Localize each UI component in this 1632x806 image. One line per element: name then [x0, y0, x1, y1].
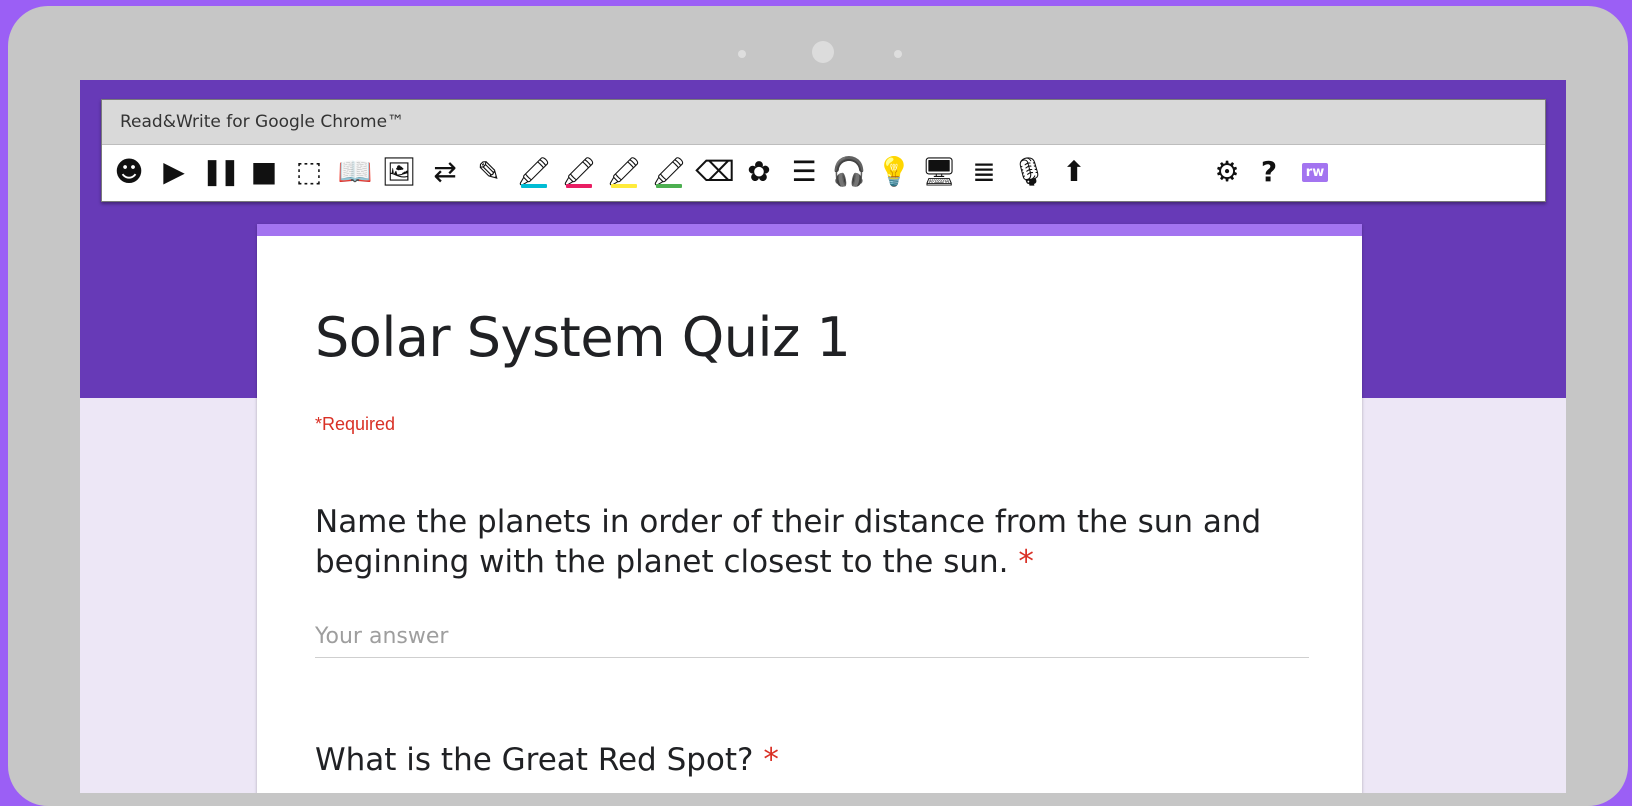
question-1-answer-input[interactable]: [315, 620, 1309, 658]
form-title: Solar System Quiz 1: [315, 306, 851, 369]
play-icon[interactable]: ▶: [157, 155, 191, 189]
sensor-dot-right: [894, 50, 902, 58]
audio-maker-icon[interactable]: 🎙: [1011, 155, 1047, 189]
form-card: Solar System Quiz 1 *Required Name the p…: [257, 224, 1362, 793]
highlight-yellow-icon[interactable]: 🖍: [606, 155, 642, 189]
question-2-text: What is the Great Red Spot?: [315, 742, 754, 778]
help-icon[interactable]: ?: [1252, 155, 1286, 189]
collect-highlights-icon[interactable]: ✿: [742, 155, 776, 189]
settings-icon[interactable]: ⚙: [1210, 155, 1244, 189]
question-1: Name the planets in order of their dista…: [315, 502, 1275, 583]
rw-extension-icon[interactable]: rw: [1298, 155, 1332, 189]
browser-screen: Read&Write for Google Chrome™ ☻ ▶ ❚❚ ■ ⬚ 📖 🖼 ⇄ ✎…: [80, 80, 1566, 793]
simplify-page-icon[interactable]: 🖥: [921, 155, 957, 189]
translator-icon[interactable]: ⇄: [428, 155, 462, 189]
clear-highlights-icon[interactable]: ⌫: [695, 155, 735, 189]
toolbar-buttons: ☻ ▶ ❚❚ ■ ⬚ 📖 🖼 ⇄ ✎ 🖍 🖍 🖍 🖍 ⌫ ✿ ☰ 🎧 💡 🖥 ≣ 🎙 ⬆ ⚙? rw: [102, 145, 1545, 201]
question-1-text: Name the planets in order of their dista…: [315, 504, 1262, 581]
highlight-green-icon[interactable]: 🖍: [651, 155, 687, 189]
required-note: *Required: [315, 414, 396, 434]
hover-speech-icon[interactable]: ☻: [112, 155, 146, 189]
pause-icon[interactable]: ❚❚: [201, 155, 241, 189]
talk-and-type-icon[interactable]: 🎧: [832, 155, 867, 189]
picture-dictionary-icon[interactable]: 🖼: [381, 155, 417, 189]
vocabulary-list-icon[interactable]: ☰: [787, 155, 821, 189]
practice-reading-icon[interactable]: ⬆: [1057, 155, 1091, 189]
question-2-required-mark: *: [763, 742, 779, 778]
check-it-icon[interactable]: ✎: [472, 155, 506, 189]
highlight-blue-icon[interactable]: 🖍: [516, 155, 552, 189]
toolbar-title: Read&Write for Google Chrome™: [102, 100, 1545, 145]
screenshot-reader-icon[interactable]: ⬚: [292, 155, 326, 189]
readwrite-toolbar: Read&Write for Google Chrome™ ☻ ▶ ❚❚ ■ ⬚ 📖 🖼 ⇄ ✎…: [101, 99, 1546, 202]
rewordify-icon[interactable]: ≣: [967, 155, 1001, 189]
stop-icon[interactable]: ■: [247, 155, 281, 189]
voice-note-icon[interactable]: 💡: [877, 155, 912, 189]
sensor-dot-left: [738, 50, 746, 58]
dictionary-icon[interactable]: 📖: [338, 155, 373, 189]
camera-dot: [812, 41, 834, 63]
question-1-required-mark: *: [1018, 544, 1034, 581]
question-2: What is the Great Red Spot? *: [315, 740, 1275, 780]
highlight-pink-icon[interactable]: 🖍: [561, 155, 597, 189]
